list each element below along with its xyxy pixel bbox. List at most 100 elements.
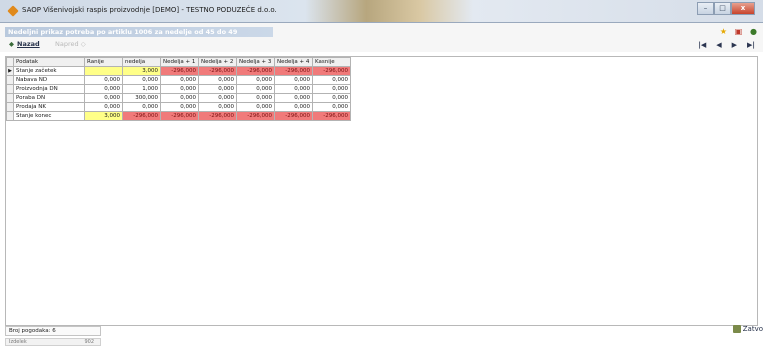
row-selector (6, 93, 14, 103)
table-cell[interactable]: -296,000 (198, 66, 237, 76)
table-cell[interactable]: -296,000 (312, 111, 351, 121)
prev-page-icon[interactable]: ◀ (716, 41, 721, 49)
window-title: SAOP Višenivojski raspis proizvodnje [DE… (22, 6, 277, 14)
table-cell[interactable]: 0,000 (160, 75, 199, 85)
arrow-right-icon: ◇ (80, 40, 86, 48)
table-row[interactable]: Poraba DN 0,000 300,000 0,000 0,000 0,00… (6, 93, 351, 103)
table-cell[interactable]: 0,000 (198, 102, 237, 112)
toolbar-icons: ★ ▣ ● (719, 27, 758, 36)
table-cell[interactable]: -296,000 (160, 111, 199, 121)
table-cell[interactable]: 0,000 (198, 84, 237, 94)
record-count-status: Broj pogodaka: 6 (5, 326, 101, 336)
table-cell[interactable]: 0,000 (236, 93, 275, 103)
column-header[interactable]: nedelja (122, 57, 161, 67)
table-cell[interactable]: Stanje konec (13, 111, 85, 121)
table-cell[interactable]: 3,000 (84, 111, 123, 121)
table-cell[interactable]: 0,000 (160, 93, 199, 103)
window-titlebar: SAOP Višenivojski raspis proizvodnje [DE… (0, 0, 763, 23)
table-row[interactable]: Stanje konec 3,000 -296,000 -296,000 -29… (6, 111, 351, 121)
column-header[interactable]: Nedelja + 2 (198, 57, 237, 67)
row-selector (6, 102, 14, 112)
table-cell[interactable]: Stanje začetek (13, 66, 85, 76)
table-cell[interactable]: 0,000 (312, 84, 351, 94)
table-cell[interactable]: 0,000 (84, 84, 123, 94)
bottom-status: Izdelek 902 (5, 338, 101, 346)
requirements-table: Podatak Ranije nedelja Nedelja + 1 Nedel… (6, 57, 351, 121)
window-controls: – □ x (697, 2, 755, 15)
table-cell[interactable]: 0,000 (312, 93, 351, 103)
table-row[interactable]: Nabava ND 0,000 0,000 0,000 0,000 0,000 … (6, 75, 351, 85)
table-cell[interactable]: -296,000 (236, 111, 275, 121)
table-cell[interactable]: 0,000 (236, 102, 275, 112)
close-window-button[interactable]: x (731, 2, 755, 15)
maximize-button[interactable]: □ (714, 2, 731, 15)
table-cell[interactable]: -296,000 (274, 111, 313, 121)
close-button[interactable]: Zatvo (732, 325, 763, 333)
table-cell[interactable]: Proizvodnja DN (13, 84, 85, 94)
table-cell[interactable]: 0,000 (274, 84, 313, 94)
table-cell[interactable]: 0,000 (122, 102, 161, 112)
table-cell[interactable]: -296,000 (160, 66, 199, 76)
table-cell[interactable]: -296,000 (236, 66, 275, 76)
form-header: Nedeljni prikaz potreba po artiklu 1006 … (0, 23, 763, 52)
table-cell[interactable]: -296,000 (274, 66, 313, 76)
row-selector (6, 111, 14, 121)
next-page-icon[interactable]: ▶ (732, 41, 737, 49)
column-header[interactable]: Ranije (84, 57, 123, 67)
table-cell[interactable]: 0,000 (160, 102, 199, 112)
table-row[interactable]: Proizvodnja DN 0,000 1,000 0,000 0,000 0… (6, 84, 351, 94)
table-cell[interactable]: 3,000 (122, 66, 161, 76)
star-icon[interactable]: ★ (719, 27, 728, 36)
table-cell[interactable]: 0,000 (312, 102, 351, 112)
table-row[interactable]: Prodaja NK 0,000 0,000 0,000 0,000 0,000… (6, 102, 351, 112)
record-pager: |◀ ◀ ▶ ▶| (698, 41, 755, 49)
first-page-icon[interactable]: |◀ (698, 41, 706, 49)
row-selector (6, 84, 14, 94)
table-cell[interactable]: 0,000 (236, 75, 275, 85)
column-header[interactable]: Podatak (13, 57, 85, 67)
table-cell[interactable]: Prodaja NK (13, 102, 85, 112)
table-cell[interactable]: 0,000 (84, 93, 123, 103)
bottom-status-value: 902 (84, 339, 94, 345)
table-cell[interactable]: -296,000 (198, 111, 237, 121)
table-cell[interactable]: 0,000 (274, 102, 313, 112)
table-cell[interactable]: 0,000 (84, 75, 123, 85)
table-cell[interactable] (84, 66, 123, 76)
forward-button[interactable]: Napred ◇ (55, 40, 86, 48)
row-selector-header (6, 57, 14, 67)
table-cell[interactable]: 0,000 (312, 75, 351, 85)
forward-label: Napred (55, 40, 79, 48)
table-cell[interactable]: 1,000 (122, 84, 161, 94)
table-cell[interactable]: 0,000 (122, 75, 161, 85)
table-cell[interactable]: 0,000 (198, 93, 237, 103)
minimize-button[interactable]: – (697, 2, 714, 15)
table-cell[interactable]: 0,000 (84, 102, 123, 112)
column-header[interactable]: Nedelja + 3 (236, 57, 275, 67)
document-icon[interactable]: ▣ (734, 27, 743, 36)
column-header[interactable]: Kasnije (312, 57, 351, 67)
table-cell[interactable]: -296,000 (122, 111, 161, 121)
close-button-label: Zatvo (742, 325, 763, 333)
back-button[interactable]: ◆ Nazad (9, 40, 40, 48)
last-page-icon[interactable]: ▶| (747, 41, 755, 49)
row-selector (6, 75, 14, 85)
table-cell[interactable]: 0,000 (274, 75, 313, 85)
close-door-icon (732, 325, 741, 333)
bottom-status-label: Izdelek (9, 339, 27, 345)
table-row[interactable]: ▶ Stanje začetek 3,000 -296,000 -296,000… (6, 66, 351, 76)
table-cell[interactable]: 0,000 (274, 93, 313, 103)
refresh-icon[interactable]: ● (749, 27, 758, 36)
column-header[interactable]: Nedelja + 4 (274, 57, 313, 67)
table-cell[interactable]: 300,000 (122, 93, 161, 103)
app-logo-icon (7, 5, 19, 17)
table-cell[interactable]: 0,000 (198, 75, 237, 85)
table-cell[interactable]: Poraba DN (13, 93, 85, 103)
column-header[interactable]: Nedelja + 1 (160, 57, 199, 67)
current-row-indicator-icon: ▶ (6, 66, 14, 76)
table-cell[interactable]: Nabava ND (13, 75, 85, 85)
table-header-row: Podatak Ranije nedelja Nedelja + 1 Nedel… (6, 57, 351, 67)
table-cell[interactable]: -296,000 (312, 66, 351, 76)
table-cell[interactable]: 0,000 (236, 84, 275, 94)
data-grid[interactable]: Podatak Ranije nedelja Nedelja + 1 Nedel… (5, 56, 758, 326)
table-cell[interactable]: 0,000 (160, 84, 199, 94)
